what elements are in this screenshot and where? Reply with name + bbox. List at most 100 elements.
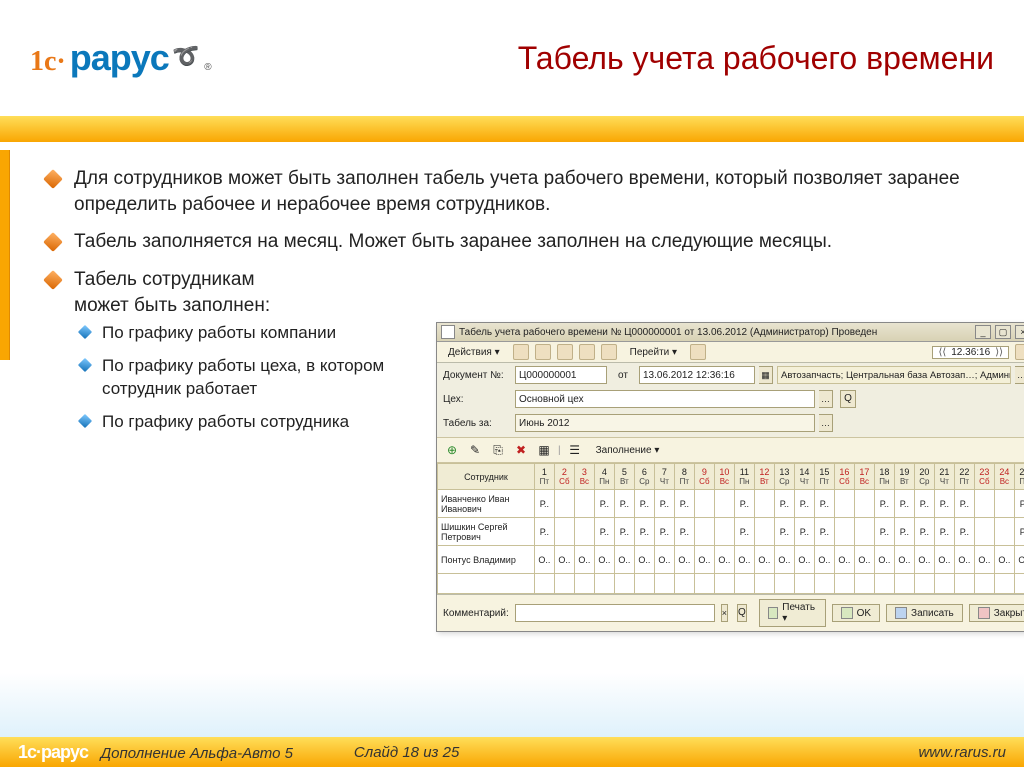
day-header[interactable]: 25Пн — [1014, 464, 1024, 490]
day-cell[interactable]: Р.. — [874, 518, 894, 546]
edit-row-button[interactable]: ✎ — [466, 441, 484, 459]
day-cell[interactable]: О.. — [734, 546, 754, 574]
day-cell[interactable] — [574, 490, 594, 518]
day-header[interactable]: 5Вт — [614, 464, 634, 490]
day-header[interactable]: 8Пт — [674, 464, 694, 490]
day-cell[interactable]: Р.. — [594, 490, 614, 518]
day-cell[interactable] — [554, 490, 574, 518]
day-cell[interactable]: О.. — [714, 546, 734, 574]
day-cell[interactable] — [754, 518, 774, 546]
day-cell[interactable]: О.. — [554, 546, 574, 574]
day-cell[interactable]: Р.. — [734, 518, 754, 546]
day-cell[interactable] — [834, 490, 854, 518]
day-cell[interactable]: О.. — [854, 546, 874, 574]
day-cell[interactable]: Р.. — [914, 518, 934, 546]
doc-number-input[interactable]: Ц000000001 — [515, 366, 607, 384]
org-info-open[interactable]: … — [1015, 366, 1024, 384]
date-input[interactable]: 13.06.2012 12:36:16 — [639, 366, 755, 384]
delete-row-button[interactable]: ✖ — [512, 441, 530, 459]
add-row-button[interactable]: ⊕ — [443, 441, 461, 459]
ok-button[interactable]: OK — [832, 604, 880, 622]
day-cell[interactable]: Р.. — [894, 518, 914, 546]
day-header[interactable]: 6Ср — [634, 464, 654, 490]
day-cell[interactable] — [994, 490, 1014, 518]
comment-input[interactable] — [515, 604, 715, 622]
toolbar-icon-6[interactable] — [690, 344, 706, 360]
day-cell[interactable] — [574, 518, 594, 546]
day-header[interactable]: 18Пн — [874, 464, 894, 490]
fill-menu[interactable]: Заполнение ▾ — [589, 443, 667, 458]
close-button-footer[interactable]: Закрыть — [969, 604, 1024, 622]
day-cell[interactable]: Р.. — [874, 490, 894, 518]
toolbar-icon-3[interactable] — [557, 344, 573, 360]
day-cell[interactable]: Р.. — [774, 490, 794, 518]
day-cell[interactable] — [854, 518, 874, 546]
employee-cell[interactable]: Понтус Владимир — [438, 546, 535, 574]
day-cell[interactable]: О.. — [914, 546, 934, 574]
day-cell[interactable]: Р.. — [794, 518, 814, 546]
day-cell[interactable]: Р.. — [674, 490, 694, 518]
day-cell[interactable] — [854, 490, 874, 518]
day-cell[interactable]: Р.. — [534, 490, 554, 518]
day-header[interactable]: 17Вс — [854, 464, 874, 490]
day-cell[interactable]: Р.. — [934, 490, 954, 518]
day-cell[interactable] — [994, 518, 1014, 546]
day-header[interactable]: 9Сб — [694, 464, 714, 490]
goto-menu[interactable]: Перейти ▾ — [623, 345, 684, 360]
day-cell[interactable]: Р.. — [614, 490, 634, 518]
filter-icon[interactable]: ☰ — [566, 441, 584, 459]
day-cell[interactable]: Р.. — [954, 490, 974, 518]
day-cell[interactable]: Р.. — [654, 518, 674, 546]
day-cell[interactable]: Р.. — [634, 518, 654, 546]
day-cell[interactable]: Р.. — [814, 518, 834, 546]
nav-prev-icon[interactable]: ⟨⟨ — [935, 347, 949, 358]
employee-cell[interactable]: Иванченко Иван Иванович — [438, 490, 535, 518]
day-cell[interactable] — [834, 518, 854, 546]
day-header[interactable]: 19Вт — [894, 464, 914, 490]
day-cell[interactable]: Р.. — [654, 490, 674, 518]
day-header[interactable]: 3Вс — [574, 464, 594, 490]
copy-row-button[interactable]: ⎘ — [489, 441, 507, 459]
day-cell[interactable]: О.. — [754, 546, 774, 574]
day-cell[interactable]: О.. — [814, 546, 834, 574]
day-cell[interactable]: О.. — [874, 546, 894, 574]
org-info[interactable]: Автозапчасть; Центральная база Автозап…;… — [777, 366, 1011, 384]
help-icon[interactable] — [1015, 344, 1024, 360]
day-header[interactable]: 4Пн — [594, 464, 614, 490]
day-cell[interactable]: О.. — [694, 546, 714, 574]
day-header[interactable]: 23Сб — [974, 464, 994, 490]
day-cell[interactable]: О.. — [574, 546, 594, 574]
actions-menu[interactable]: Действия ▾ — [441, 345, 507, 360]
day-header[interactable]: 13Ср — [774, 464, 794, 490]
restore-button[interactable]: ▢ — [995, 325, 1011, 339]
day-cell[interactable]: О.. — [834, 546, 854, 574]
day-cell[interactable]: О.. — [794, 546, 814, 574]
day-header[interactable]: 2Сб — [554, 464, 574, 490]
day-cell[interactable]: Р.. — [914, 490, 934, 518]
save-button[interactable]: Записать — [886, 604, 963, 622]
date-picker-button[interactable]: ▦ — [759, 366, 773, 384]
day-header[interactable]: 22Пт — [954, 464, 974, 490]
timesheet-grid[interactable]: Сотрудник1Пт2Сб3Вс4Пн5Вт6Ср7Чт8Пт9Сб10Вс… — [437, 463, 1024, 594]
period-input[interactable]: Июнь 2012 — [515, 414, 815, 432]
day-header[interactable]: 10Вс — [714, 464, 734, 490]
day-cell[interactable]: О.. — [894, 546, 914, 574]
day-cell[interactable] — [554, 518, 574, 546]
day-header[interactable]: 1Пт — [534, 464, 554, 490]
grid-icon[interactable]: ▦ — [535, 441, 553, 459]
day-cell[interactable]: О.. — [534, 546, 554, 574]
day-cell[interactable]: О.. — [934, 546, 954, 574]
toolbar-icon-2[interactable] — [535, 344, 551, 360]
day-cell[interactable] — [754, 490, 774, 518]
day-cell[interactable]: Р.. — [734, 490, 754, 518]
day-cell[interactable] — [974, 518, 994, 546]
shop-select-button[interactable]: … — [819, 390, 833, 408]
day-cell[interactable]: Р.. — [814, 490, 834, 518]
employee-cell[interactable]: Шишкин Сергей Петрович — [438, 518, 535, 546]
print-button[interactable]: Печать ▾ — [759, 599, 826, 627]
day-cell[interactable]: Р.. — [954, 518, 974, 546]
day-cell[interactable]: О.. — [634, 546, 654, 574]
day-cell[interactable]: Р.. — [674, 518, 694, 546]
day-cell[interactable]: О.. — [614, 546, 634, 574]
day-cell[interactable]: Р.. — [534, 518, 554, 546]
